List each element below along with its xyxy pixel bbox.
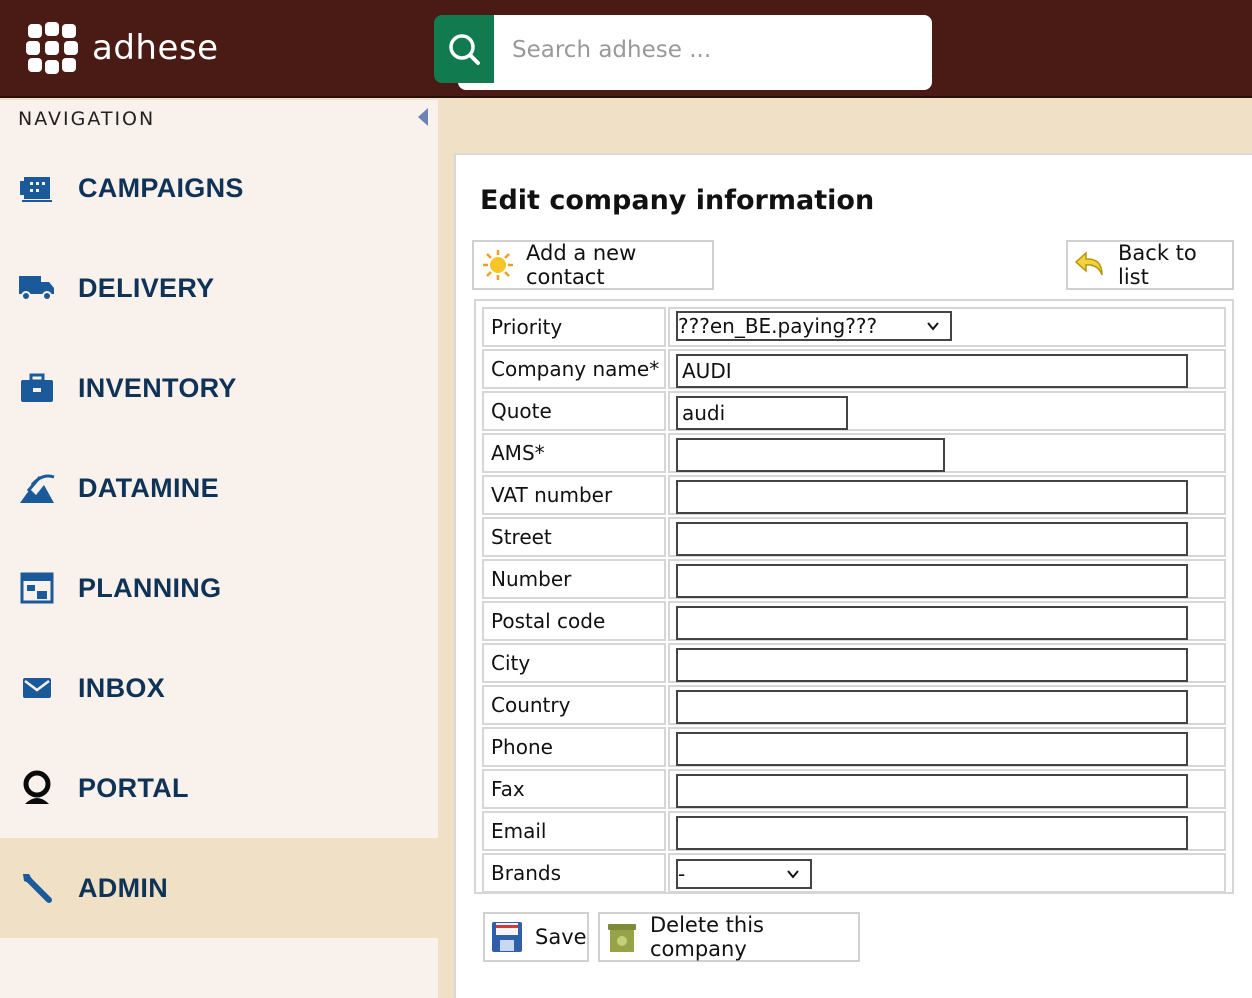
chevron-down-icon: [787, 870, 799, 879]
sidebar-item-label: PLANNING: [78, 572, 222, 603]
delete-company-button[interactable]: Delete this company: [598, 912, 860, 962]
trash-bin-icon: [606, 921, 638, 953]
save-label: Save: [535, 925, 587, 949]
pickaxe-icon: [18, 469, 56, 507]
priority-select[interactable]: ???en_BE.paying???: [676, 311, 952, 341]
form-row-number: Number: [482, 559, 1226, 599]
field-label: Country: [482, 685, 666, 725]
brands-select[interactable]: -: [676, 859, 812, 889]
field-label: Brands: [482, 853, 666, 893]
field-label: Postal code: [482, 601, 666, 641]
number-input[interactable]: [676, 564, 1188, 598]
sidebar-item-label: INVENTORY: [78, 372, 237, 403]
planning-icon: [18, 569, 56, 607]
add-contact-label: Add a new contact: [526, 241, 637, 289]
search-button[interactable]: [434, 15, 494, 83]
form-row-quote: Quote: [482, 391, 1226, 431]
back-to-list-button[interactable]: Back to list: [1066, 240, 1234, 290]
field-label: Street: [482, 517, 666, 557]
brand-name: adhese: [92, 28, 219, 68]
email-input[interactable]: [676, 816, 1188, 850]
sidebar-item-portal[interactable]: PORTAL: [0, 738, 438, 838]
edit-company-panel: Edit company information Add a new conta…: [454, 153, 1252, 998]
envelope-icon: [18, 669, 56, 707]
field-label: AMS*: [482, 433, 666, 473]
save-button[interactable]: Save: [483, 912, 589, 962]
sidebar-item-label: ADMIN: [78, 872, 168, 903]
sidebar-item-label: DATAMINE: [78, 472, 219, 503]
form-row-brands: Brands -: [482, 853, 1226, 893]
field-label: Quote: [482, 391, 666, 431]
add-contact-button[interactable]: Add a new contact: [472, 240, 714, 290]
field-label: Email: [482, 811, 666, 851]
truck-icon: [18, 269, 56, 307]
ams-input[interactable]: [676, 438, 945, 472]
vat-number-input[interactable]: [676, 480, 1188, 514]
back-arrow-icon: [1074, 249, 1106, 281]
sidebar-item-datamine[interactable]: DATAMINE: [0, 438, 438, 538]
search-icon: [449, 34, 480, 65]
search-input[interactable]: [512, 37, 912, 63]
brands-value: -: [678, 862, 686, 886]
search-bar: [434, 15, 932, 90]
sidebar-item-label: DELIVERY: [78, 272, 215, 303]
sidebar-item-inbox[interactable]: INBOX: [0, 638, 438, 738]
sidebar-item-admin[interactable]: ADMIN: [0, 838, 438, 938]
sidebar-item-campaigns[interactable]: CAMPAIGNS: [0, 138, 438, 238]
postal-code-input[interactable]: [676, 606, 1188, 640]
field-label: City: [482, 643, 666, 683]
portal-icon: [18, 769, 56, 807]
campaigns-icon: [18, 169, 56, 207]
floppy-disk-icon: [491, 921, 523, 953]
adhese-logo[interactable]: adhese: [26, 22, 219, 74]
field-label: Fax: [482, 769, 666, 809]
chevron-down-icon: [927, 322, 939, 331]
field-label: Priority: [482, 307, 666, 347]
top-bar: adhese: [0, 0, 1252, 98]
priority-value: ???en_BE.paying???: [678, 314, 878, 338]
briefcase-icon: [18, 369, 56, 407]
form-row-postal-code: Postal code: [482, 601, 1226, 641]
delete-company-label: Delete this company: [650, 913, 764, 961]
field-label: Company name*: [482, 349, 666, 389]
field-label: VAT number: [482, 475, 666, 515]
form-row-ams: AMS*: [482, 433, 1226, 473]
form-row-fax: Fax: [482, 769, 1226, 809]
form-row-street: Street: [482, 517, 1226, 557]
form-row-country: Country: [482, 685, 1226, 725]
phone-input[interactable]: [676, 732, 1188, 766]
form-row-company-name: Company name*: [482, 349, 1226, 389]
logo-grid-icon: [26, 22, 78, 74]
form-row-email: Email: [482, 811, 1226, 851]
form-row-vat: VAT number: [482, 475, 1226, 515]
wrench-icon: [18, 869, 56, 907]
collapse-sidebar-icon[interactable]: [418, 108, 428, 126]
sun-icon: [482, 249, 514, 281]
sidebar-item-inventory[interactable]: INVENTORY: [0, 338, 438, 438]
sidebar: NAVIGATION CAMPAIGNS DELIVERY INVENTORY …: [0, 100, 438, 998]
form-row-phone: Phone: [482, 727, 1226, 767]
form-row-city: City: [482, 643, 1226, 683]
sidebar-item-label: CAMPAIGNS: [78, 172, 244, 203]
field-label: Phone: [482, 727, 666, 767]
city-input[interactable]: [676, 648, 1188, 682]
back-to-list-label: Back to list: [1118, 241, 1197, 289]
sidebar-item-planning[interactable]: PLANNING: [0, 538, 438, 638]
company-form: Priority ???en_BE.paying??? Company name…: [474, 299, 1234, 894]
form-row-priority: Priority ???en_BE.paying???: [482, 307, 1226, 347]
field-label: Number: [482, 559, 666, 599]
page-title: Edit company information: [480, 185, 875, 216]
street-input[interactable]: [676, 522, 1188, 556]
sidebar-item-label: PORTAL: [78, 772, 189, 803]
quote-input[interactable]: [676, 396, 848, 430]
company-name-input[interactable]: [676, 354, 1188, 388]
fax-input[interactable]: [676, 774, 1188, 808]
sidebar-item-label: INBOX: [78, 672, 166, 703]
country-input[interactable]: [676, 690, 1188, 724]
navigation-title: NAVIGATION: [18, 108, 156, 130]
sidebar-item-delivery[interactable]: DELIVERY: [0, 238, 438, 338]
